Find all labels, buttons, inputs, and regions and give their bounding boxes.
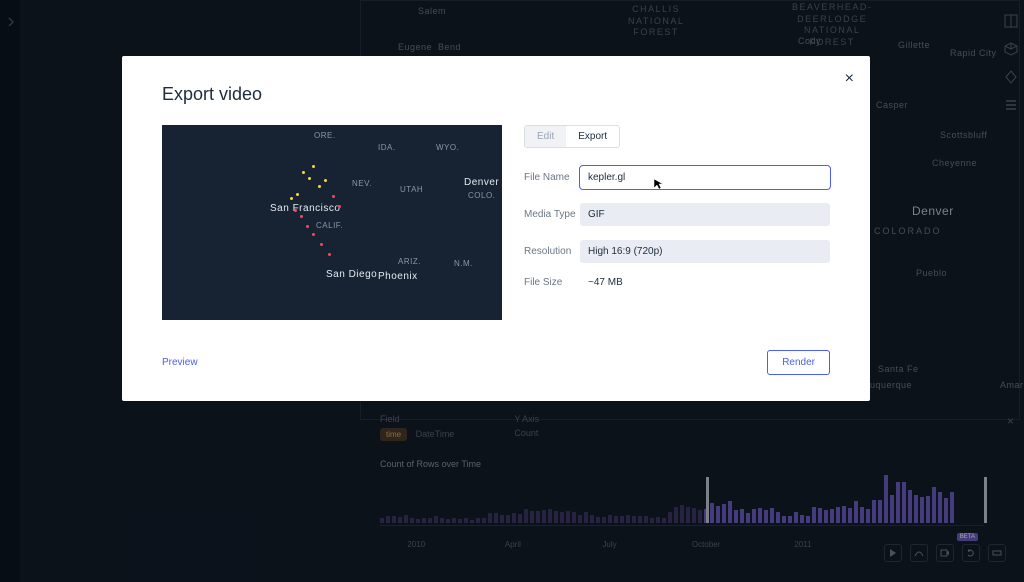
tab-export[interactable]: Export <box>566 126 619 147</box>
filesize-value: ~47 MB <box>580 277 623 288</box>
close-modal-icon[interactable]: × <box>845 70 854 88</box>
data-point <box>300 215 303 218</box>
export-video-modal: × Export video ORE. IDA. WYO. NEV. UTAH … <box>122 56 870 401</box>
data-point <box>294 209 297 212</box>
filesize-label: File Size <box>524 277 580 288</box>
state-utah: UTAH <box>400 185 423 194</box>
resolution-label: Resolution <box>524 246 580 257</box>
state-ida: IDA. <box>378 143 396 152</box>
preview-link[interactable]: Preview <box>162 357 198 368</box>
export-form: Edit Export File Name Media Type GIF Res… <box>524 125 830 320</box>
state-nev: NEV. <box>352 179 372 188</box>
data-point <box>328 253 331 256</box>
state-ore: ORE. <box>314 131 336 140</box>
mediatype-label: Media Type <box>524 209 580 220</box>
filename-input[interactable] <box>580 166 830 189</box>
video-preview: ORE. IDA. WYO. NEV. UTAH COLO. Denver Sa… <box>162 125 502 320</box>
data-point <box>308 177 311 180</box>
data-point <box>302 171 305 174</box>
data-point <box>306 225 309 228</box>
state-calif: CALIF. <box>316 221 343 230</box>
data-point <box>318 185 321 188</box>
mediatype-select[interactable]: GIF <box>580 203 830 226</box>
tab-edit[interactable]: Edit <box>525 126 566 147</box>
data-point <box>320 243 323 246</box>
state-nm: N.M. <box>454 259 473 268</box>
resolution-select[interactable]: High 16:9 (720p) <box>580 240 830 263</box>
city-denver-preview: Denver <box>464 177 499 188</box>
data-point <box>324 179 327 182</box>
data-point <box>332 195 335 198</box>
data-point <box>338 205 341 208</box>
data-point <box>296 193 299 196</box>
data-point <box>312 233 315 236</box>
mouse-cursor-icon <box>653 178 665 190</box>
data-point <box>312 165 315 168</box>
state-colo: COLO. <box>468 191 495 200</box>
state-ariz: ARIZ. <box>398 257 421 266</box>
edit-export-tabs: Edit Export <box>524 125 620 148</box>
city-phoenix: Phoenix <box>378 271 418 282</box>
state-wyo: WYO. <box>436 143 459 152</box>
modal-title: Export video <box>162 84 830 105</box>
render-button[interactable]: Render <box>767 350 830 375</box>
filename-label: File Name <box>524 172 580 183</box>
city-sd: San Diego <box>326 269 377 280</box>
city-sf: San Francisco <box>270 203 340 214</box>
data-point <box>290 197 293 200</box>
